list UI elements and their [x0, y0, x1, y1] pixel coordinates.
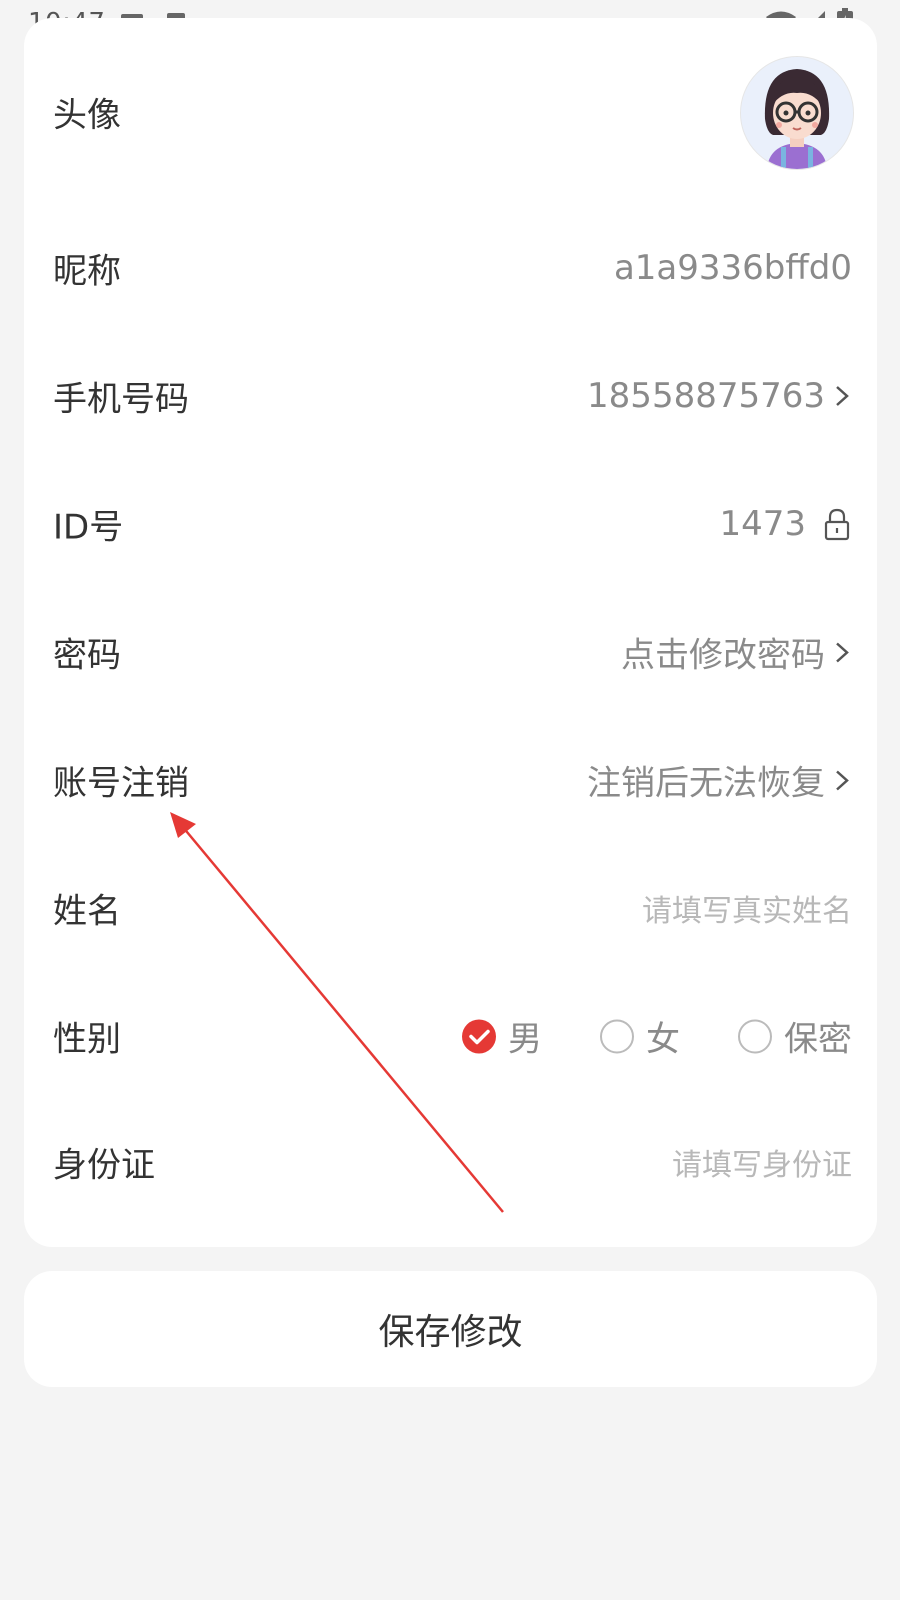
profile-card: 头像 昵称 a1a9336bffd0 手机号码 18558875763 ID号 …	[24, 18, 877, 1247]
id-card-row: 身份证 请填写身份证	[24, 1112, 877, 1212]
password-value: 点击修改密码	[621, 635, 825, 676]
gender-option-secret[interactable]: 保密	[738, 1012, 852, 1061]
account-cancel-label: 账号注销	[53, 763, 189, 804]
nickname-row[interactable]: 昵称 a1a9336bffd0	[24, 218, 877, 318]
password-row[interactable]: 密码 点击修改密码	[24, 602, 877, 702]
gender-row: 性别 男 女 保密	[24, 986, 877, 1086]
name-input[interactable]: 请填写真实姓名	[642, 886, 852, 930]
phone-value-wrap: 18558875763	[587, 376, 853, 416]
avatar-label: 头像	[53, 95, 121, 136]
radio-unchecked-icon	[600, 1019, 634, 1053]
chevron-right-icon	[836, 386, 849, 406]
phone-label: 手机号码	[53, 379, 189, 420]
gender-option-label: 女	[646, 1019, 680, 1060]
name-row: 姓名 请填写真实姓名	[24, 858, 877, 958]
avatar[interactable]	[740, 56, 854, 170]
id-value: 1473	[719, 504, 806, 544]
gender-option-female[interactable]: 女	[600, 1012, 680, 1061]
password-value-wrap: 点击修改密码	[621, 628, 853, 677]
password-label: 密码	[53, 635, 121, 676]
nickname-value: a1a9336bffd0	[613, 248, 852, 288]
gender-label: 性别	[53, 1019, 121, 1060]
phone-value: 18558875763	[587, 376, 825, 416]
id-label: ID号	[53, 507, 124, 548]
account-cancel-row[interactable]: 账号注销 注销后无法恢复	[24, 730, 877, 830]
lock-icon	[824, 508, 850, 541]
chevron-right-icon	[836, 642, 849, 662]
id-card-label: 身份证	[53, 1145, 155, 1186]
gender-option-male[interactable]: 男	[462, 1012, 542, 1061]
account-cancel-value: 注销后无法恢复	[587, 763, 825, 804]
gender-option-label: 男	[508, 1019, 542, 1060]
avatar-cartoon-icon	[741, 57, 853, 169]
account-cancel-value-wrap: 注销后无法恢复	[587, 756, 853, 805]
id-value-wrap: 1473	[719, 504, 852, 544]
gender-option-label: 保密	[784, 1019, 852, 1060]
chevron-right-icon	[836, 770, 849, 790]
nickname-label: 昵称	[53, 251, 121, 292]
gender-radio-group: 男 女 保密	[462, 1012, 852, 1061]
save-button[interactable]: 保存修改	[24, 1271, 877, 1387]
id-row: ID号 1473	[24, 474, 877, 574]
name-label: 姓名	[53, 891, 121, 932]
id-card-input[interactable]: 请填写身份证	[672, 1140, 852, 1184]
phone-row[interactable]: 手机号码 18558875763	[24, 346, 877, 446]
radio-checked-icon	[462, 1019, 496, 1053]
radio-unchecked-icon	[738, 1019, 772, 1053]
